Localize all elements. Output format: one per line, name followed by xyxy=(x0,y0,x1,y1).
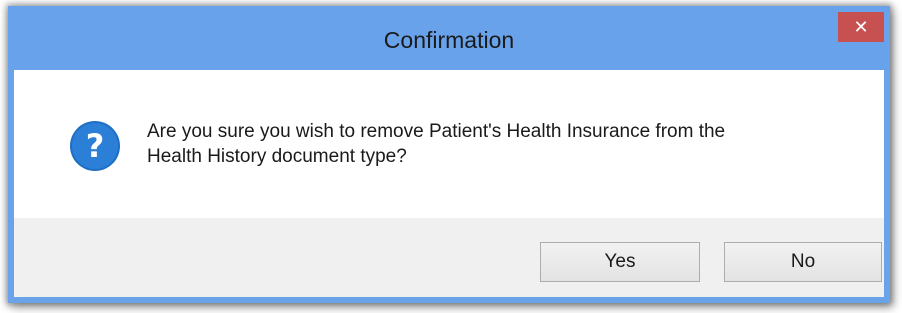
dialog-footer: Yes No xyxy=(14,218,884,297)
close-button[interactable]: ✕ xyxy=(838,12,884,42)
dialog-content: ? Are you sure you wish to remove Patien… xyxy=(14,70,884,218)
screen: Confirmation ✕ ? Are you sure you wish t… xyxy=(0,0,902,313)
dialog-message: Are you sure you wish to remove Patient'… xyxy=(147,121,726,167)
confirmation-dialog: Confirmation ✕ ? Are you sure you wish t… xyxy=(8,6,890,303)
close-icon: ✕ xyxy=(853,17,869,37)
title-bar[interactable]: Confirmation ✕ xyxy=(8,6,890,70)
svg-text:?: ? xyxy=(86,127,105,165)
no-button[interactable]: No xyxy=(724,242,882,282)
yes-button[interactable]: Yes xyxy=(540,242,700,282)
dialog-title: Confirmation xyxy=(383,27,515,53)
question-icon: ? xyxy=(70,121,120,171)
